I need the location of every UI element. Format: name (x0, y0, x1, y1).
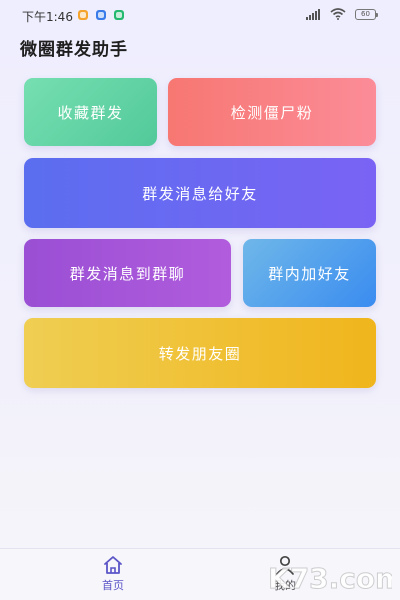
page-title: 微圈群发助手 (20, 40, 128, 60)
status-time: 下午1:46 (22, 10, 73, 24)
forward-moments-button[interactable]: 转发朋友圈 (24, 318, 376, 388)
nav-label-home: 首页 (102, 579, 124, 592)
nav-tab-home[interactable]: 首页 (83, 555, 143, 599)
signal-icon (306, 9, 320, 20)
watermark-logo: K73.com (268, 562, 392, 596)
broadcast-to-groups-button[interactable]: 群发消息到群聊 (24, 239, 231, 307)
detect-zombie-fans-button[interactable]: 检测僵尸粉 (168, 78, 376, 146)
notification-icon (96, 10, 106, 20)
status-bar: 下午1:46 60 (0, 0, 400, 30)
add-group-friends-button[interactable]: 群内加好友 (243, 239, 376, 307)
broadcast-to-friends-button[interactable]: 群发消息给好友 (24, 158, 376, 228)
notification-icon (114, 10, 124, 20)
notification-icon (78, 10, 88, 20)
home-icon (104, 556, 122, 574)
watermark-text: K73.com (268, 562, 392, 595)
collect-broadcast-button[interactable]: 收藏群发 (24, 78, 157, 146)
battery-icon: 60 (355, 9, 378, 20)
wifi-icon (330, 8, 346, 20)
